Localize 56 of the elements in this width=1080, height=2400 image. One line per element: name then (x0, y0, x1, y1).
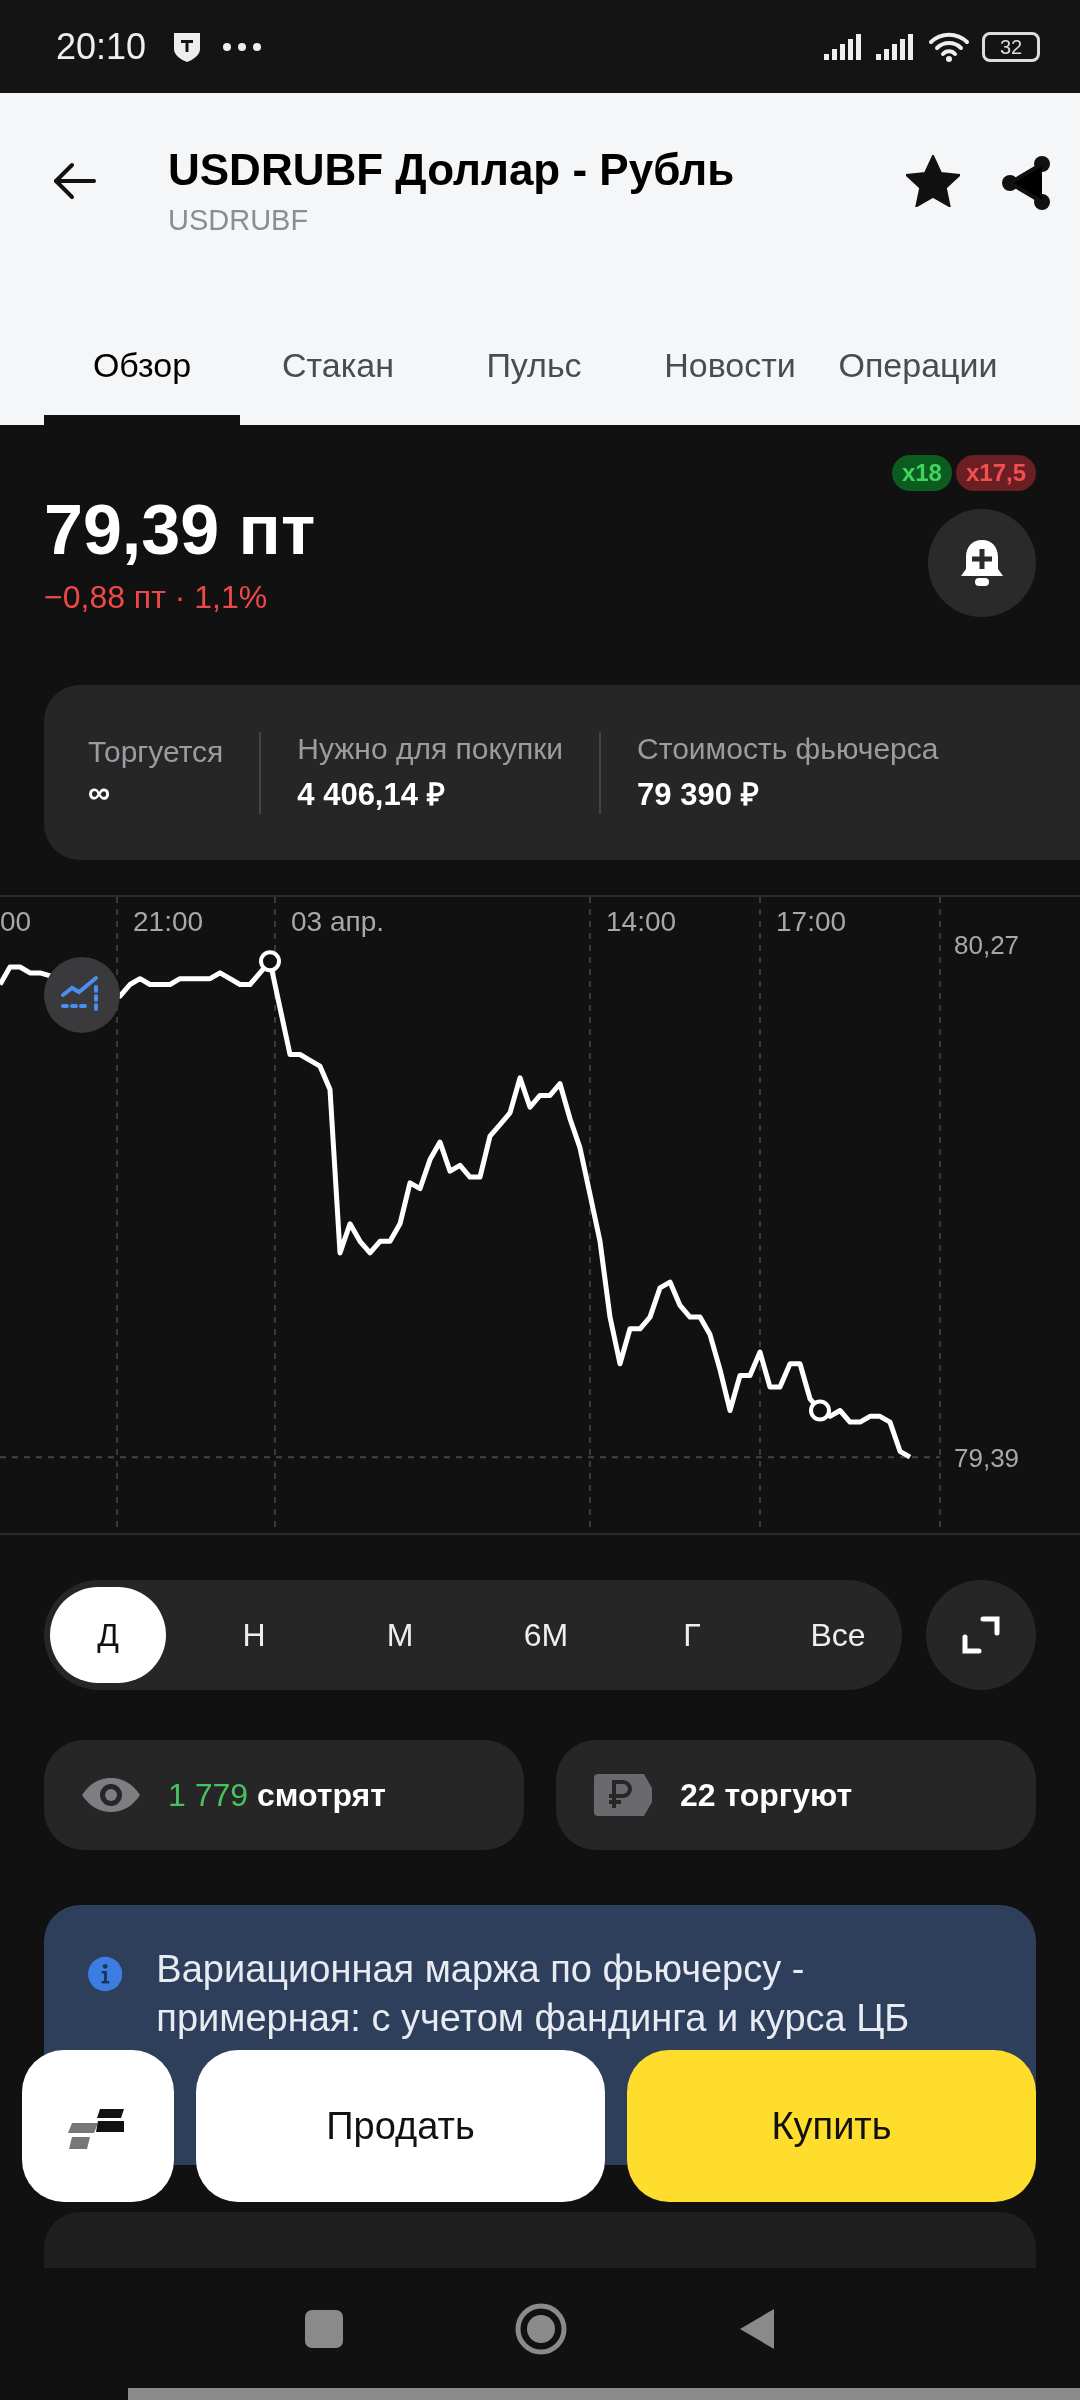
share-icon[interactable] (1000, 155, 1052, 211)
stat-value: 79 390 ₽ (637, 775, 760, 814)
time-axis-label: 03 апр. (291, 906, 384, 937)
sell-button[interactable]: Продать (196, 2050, 605, 2202)
watchers-count: 1 779 (168, 1776, 249, 1813)
wifi-icon (928, 30, 970, 63)
eye-icon (80, 1776, 142, 1814)
tab[interactable]: Обзор (44, 346, 240, 425)
leverage-badge: x18 (891, 455, 952, 491)
info-text: Вариационная маржа по фьючерсу - примерная: с учетом фандинга и курса ЦБ (156, 1947, 911, 2042)
period-tab[interactable]: 6М (488, 1587, 604, 1683)
stat-label: Нужно для покупки (297, 731, 564, 766)
price-change: −0,88 пт · 1,1% (44, 579, 269, 616)
watchers-label: смотрят (256, 1776, 386, 1813)
ticker-subtitle: USDRUBF (168, 204, 310, 238)
stat-label: Стоимость фьючерса (637, 731, 939, 766)
home-icon[interactable] (514, 2302, 568, 2356)
event-marker[interactable] (809, 1399, 831, 1422)
recent-apps-icon[interactable] (304, 2309, 344, 2349)
back-icon[interactable] (738, 2307, 776, 2351)
stat-value: 4 406,14 ₽ (297, 775, 446, 814)
traders-label: 22 торгуют (680, 1776, 853, 1814)
stat-value: ∞ (88, 774, 112, 811)
more-icon (222, 41, 263, 52)
buy-button[interactable]: Купить (627, 2050, 1036, 2202)
price-value: 79,39 пт (44, 495, 317, 565)
page-title: USDRUBF Доллар - Рубль (168, 144, 736, 196)
period-tab[interactable]: Н (196, 1587, 312, 1683)
expand-icon (961, 1615, 1001, 1655)
clock-time: 20:10 (56, 25, 147, 68)
time-axis-label: 14:00 (606, 906, 677, 937)
leverage-badge: x17,5 (955, 455, 1036, 491)
signal-icon (876, 33, 916, 60)
time-axis-label: 17:00 (776, 906, 847, 937)
period-tab[interactable]: М (342, 1587, 458, 1683)
event-marker[interactable] (259, 950, 281, 973)
watchers-chip[interactable]: 1 779 смотрят (44, 1740, 524, 1850)
shield-icon (172, 30, 203, 63)
battery-indicator: 32 (982, 31, 1040, 62)
tab[interactable]: Пульс (436, 346, 632, 425)
price-axis-label: 79,39 (954, 1443, 1020, 1474)
menu-button[interactable] (22, 2050, 174, 2202)
period-tab[interactable]: Д (50, 1587, 166, 1683)
time-axis-label: 21:00 (133, 906, 204, 937)
price-axis-label: 80,27 (954, 929, 1020, 960)
signal-icon (824, 33, 864, 60)
time-axis-label: 00 (0, 906, 32, 937)
tab[interactable]: Новости (632, 346, 828, 425)
traders-chip[interactable]: 22 торгуют (556, 1740, 1036, 1850)
star-icon[interactable] (906, 155, 960, 207)
tab[interactable]: Операции (828, 346, 1008, 425)
tab[interactable]: Стакан (240, 346, 436, 425)
period-tab[interactable]: Г (634, 1587, 750, 1683)
stat-label: Торгуется (88, 734, 224, 769)
period-tab[interactable]: Все (780, 1587, 896, 1683)
ruble-card-icon (592, 1772, 654, 1818)
